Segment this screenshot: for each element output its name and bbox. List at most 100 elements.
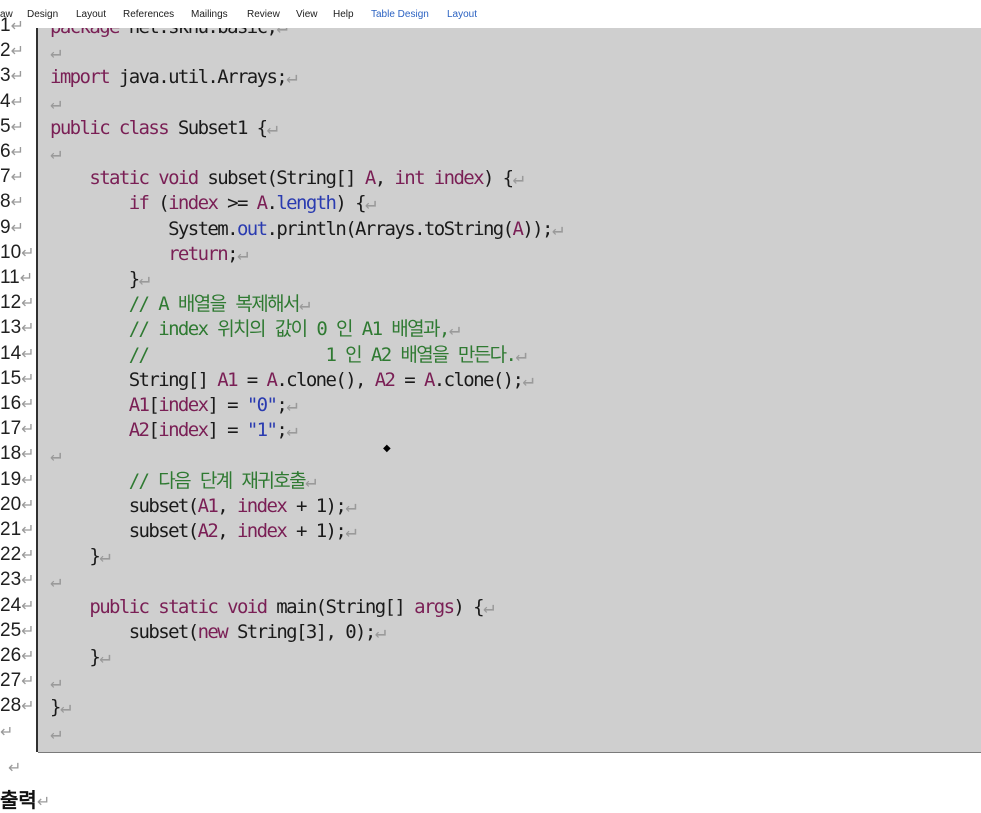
code-line[interactable]: public static void main(String[] args) {… [50,595,494,620]
paragraph-mark: ↵ [286,394,297,416]
code-token: // index 위치의 값이 0 인 A1 배열과, [128,318,451,341]
code-line[interactable]: String[] A1 = A.clone(), A2 = A.clone();… [50,368,534,393]
ribbon-tab-references[interactable]: References [123,9,174,20]
paragraph-mark: ↵ [21,673,35,691]
code-token: , [217,520,237,542]
code-line[interactable]: ↵ [50,670,61,695]
code-line[interactable]: // A 배열을 복제해서↵ [50,292,311,317]
code-token: A1 [217,368,238,391]
code-cell[interactable]: package net.sknu.basic;↵↵import java.uti… [38,28,981,753]
code-token: ) { [335,192,366,215]
code-line[interactable]: package net.sknu.basic;↵ [50,28,288,40]
code-token: index [236,520,288,542]
line-number: 21↵ [0,519,36,544]
paragraph-mark: ↵ [10,219,24,237]
ribbon-tab-review[interactable]: Review [247,9,280,20]
code-line[interactable]: ↵ [50,443,61,468]
line-number-column: 1↵ 2↵ 3↵ 4↵ 5↵ 6↵ 7↵ 8↵ 9↵ 10↵ 11↵ 12↵ 13↵ 14↵ 15↵ 16↵ 1… [0,15,36,752]
code-token: subset(String[] [197,167,365,190]
line-number: 10↵ [0,242,36,267]
line-number-value: 3 [0,65,11,87]
code-token: A2 [197,520,219,542]
code-token: net.sknu.basic; [119,28,278,38]
code-token: subset( [50,494,199,517]
paragraph-mark: ↵ [21,295,35,313]
paragraph-mark: ↵ [286,66,297,89]
line-number: 17↵ [0,418,36,443]
code-token: A2 [128,419,150,442]
paragraph-mark: ↵ [99,545,110,568]
paragraph-mark: ↵ [21,421,35,439]
code-line[interactable]: }↵ [50,544,110,569]
line-number-value: 10 [0,241,22,263]
code-line[interactable]: ↵ [50,91,61,116]
line-number-value: 27 [0,670,22,692]
line-number-value: 2 [0,40,11,62]
code-token: A2 [374,368,396,391]
paragraph-mark: ↵ [50,142,61,164]
paragraph-mark: ↵ [50,570,61,593]
paragraph-mark: ↵ [50,671,61,694]
paragraph-mark: ↵ [364,192,376,215]
code-token: .clone(); [433,368,524,391]
code-line[interactable]: }↵ [50,645,110,670]
code-token: System. [50,217,238,240]
code-line[interactable]: if (index >= A.length) {↵ [50,191,377,216]
code-token: main(String[] [266,595,415,618]
code-line[interactable]: public class Subset1 {↵ [50,116,278,141]
code-line[interactable]: ↵ [50,569,61,594]
code-token: A1 [197,494,219,517]
output-heading-text: 출력 [0,788,37,812]
code-line[interactable]: ↵ [50,141,61,166]
line-number-value: 16 [0,393,22,414]
code-token: static void [89,167,199,190]
paragraph-mark: ↵ [10,118,24,136]
code-token: // 다음 단계 재귀호출 [128,469,307,492]
code-token: index [158,394,209,416]
ribbon-tab-layout[interactable]: Layout [76,9,106,20]
paragraph-mark: ↵ [512,167,524,190]
code-token: A [256,192,268,215]
code-line[interactable]: // 1 인 A2 배열을 만든다.↵ [50,343,527,368]
code-line[interactable]: // 다음 단계 재귀호출↵ [50,469,317,494]
paragraph-mark: ↵ [304,469,316,492]
code-token: } [50,696,61,719]
code-token: ] = [207,419,247,442]
paragraph-mark: ↵ [482,595,494,618]
code-line[interactable]: }↵ [50,267,150,292]
paragraph-mark: ↵ [21,547,35,565]
ribbon-tab-bar: aw Design Layout References Mailings Rev… [0,0,981,29]
line-number-value: 17 [0,418,22,440]
ribbon-tab-table-design[interactable]: Table Design [371,9,429,20]
code-line[interactable]: subset(A1, index + 1);↵ [50,494,357,519]
paragraph-mark: ↵ [21,244,35,262]
code-line[interactable]: A2[index] = "1";↵ [50,418,298,443]
code-line[interactable]: // index 위치의 값이 0 인 A1 배열과,↵ [50,317,460,342]
code-line[interactable]: System.out.println(Arrays.toString(A));↵ [50,217,563,242]
code-line[interactable]: static void subset(String[] A, int index… [50,166,524,191]
code-line[interactable]: subset(new String[3], 0);↵ [50,620,386,645]
code-token: "0" [246,394,278,416]
code-line[interactable]: }↵ [50,695,71,720]
paragraph-mark: ↵ [21,597,35,615]
code-line[interactable]: A1[index] = "0";↵ [50,393,298,418]
paragraph-mark: ↵ [345,494,356,517]
code-line[interactable]: import java.util.Arrays;↵ [50,65,298,90]
line-number: 8↵ [0,191,36,216]
code-line[interactable]: subset(A2, index + 1);↵ [50,519,357,544]
code-line[interactable]: ↵ [50,721,61,746]
code-line[interactable]: ↵ [50,40,61,65]
code-token: A1 [128,394,150,416]
ribbon-tab-help[interactable]: Help [333,9,354,20]
code-token: public static void [89,595,268,618]
paragraph-mark: ↵ [10,169,24,187]
code-line[interactable]: return;↵ [50,242,248,267]
paragraph-mark: ↵ [21,345,35,363]
line-number: 20↵ [0,494,36,519]
line-number-value: 6 [0,141,11,162]
paragraph-mark: ↵ [138,268,150,290]
ribbon-tab-mailings[interactable]: Mailings [191,9,228,20]
ribbon-tab-table-layout[interactable]: Layout [447,9,477,20]
paragraph-mark: ↵ [448,318,460,341]
ribbon-tab-view[interactable]: View [296,9,318,20]
